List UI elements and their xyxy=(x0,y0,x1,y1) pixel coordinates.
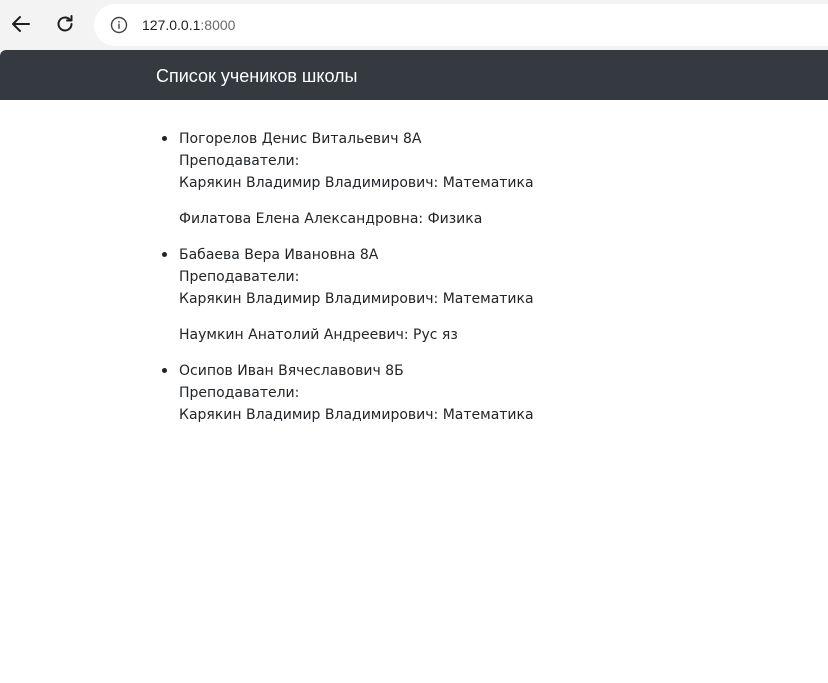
student-name: Бабаева Вера Ивановна 8А xyxy=(179,247,379,263)
list-item: Бабаева Вера Ивановна 8А Преподаватели: … xyxy=(162,244,534,346)
address-bar[interactable]: 127.0.0.1:8000 xyxy=(94,4,828,46)
list-item: Осипов Иван Вячеславович 8Б Преподавател… xyxy=(162,360,534,426)
teacher-item: Наумкин Анатолий Андреевич: Рус яз xyxy=(179,327,458,343)
reload-button[interactable] xyxy=(50,9,80,39)
student-name: Погорелов Денис Витальевич 8А xyxy=(179,131,422,147)
list-item: Погорелов Денис Витальевич 8А Преподават… xyxy=(162,128,534,230)
teacher-item: Карякин Владимир Владимирович: Математик… xyxy=(179,175,534,191)
url-text[interactable]: 127.0.0.1:8000 xyxy=(142,16,235,34)
bullet-icon xyxy=(162,368,167,373)
reload-icon xyxy=(57,15,73,32)
student-list: Погорелов Денис Витальевич 8А Преподават… xyxy=(162,128,534,440)
page-title: Список учеников школы xyxy=(156,66,358,86)
bullet-icon xyxy=(162,252,167,257)
bullet-icon xyxy=(162,136,167,141)
teachers-label: Преподаватели: xyxy=(179,269,300,285)
teacher-item: Карякин Владимир Владимирович: Математик… xyxy=(179,407,534,423)
arrow-left-icon xyxy=(12,16,30,32)
teachers-label: Преподаватели: xyxy=(179,385,300,401)
site-header: Список учеников школы xyxy=(0,50,828,100)
back-button[interactable] xyxy=(6,9,36,39)
info-icon[interactable] xyxy=(110,16,128,34)
url-host: 127.0.0.1 xyxy=(142,17,201,33)
browser-toolbar: 127.0.0.1:8000 xyxy=(0,0,828,50)
teachers-label: Преподаватели: xyxy=(179,153,300,169)
teacher-item: Карякин Владимир Владимирович: Математик… xyxy=(179,291,534,307)
teacher-item: Филатова Елена Александровна: Физика xyxy=(179,211,483,227)
student-name: Осипов Иван Вячеславович 8Б xyxy=(179,363,404,379)
url-port: :8000 xyxy=(200,17,236,33)
